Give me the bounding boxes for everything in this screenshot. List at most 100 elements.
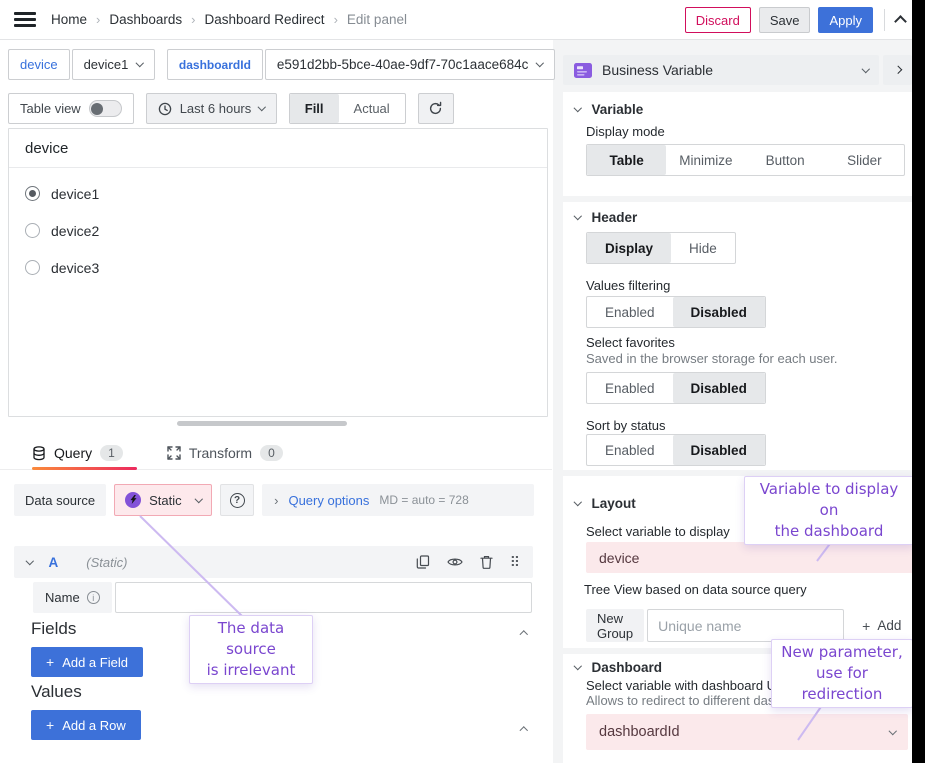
save-button[interactable]: Save	[759, 7, 811, 33]
options-pane-title: Business Variable	[602, 62, 713, 78]
chevron-down-icon	[26, 557, 34, 565]
refresh-icon	[428, 101, 443, 116]
select-favorites-disabled[interactable]: Disabled	[673, 373, 765, 403]
apply-button[interactable]: Apply	[818, 7, 873, 33]
hide-response-eye-icon[interactable]	[447, 556, 463, 568]
header-display-option[interactable]: Display	[587, 233, 671, 263]
breadcrumb-home[interactable]: Home	[51, 12, 87, 27]
editor-tabs: Query 1 Transform 0	[0, 437, 552, 470]
new-group-name-input[interactable]	[647, 609, 844, 642]
select-favorites-description: Saved in the browser storage for each us…	[586, 351, 837, 366]
breadcrumb-dashboard-redirect[interactable]: Dashboard Redirect	[205, 12, 325, 27]
tab-query[interactable]: Query 1	[32, 445, 123, 461]
select-favorites-enabled[interactable]: Enabled	[587, 373, 673, 403]
tab-transform[interactable]: Transform 0	[167, 445, 283, 461]
duplicate-icon[interactable]	[416, 555, 430, 569]
dashboard-uid-value: dashboardId	[599, 724, 680, 740]
display-mode-slider[interactable]: Slider	[825, 145, 904, 175]
tooltip-datasource-irrelevant: The data source is irrelevant	[189, 615, 313, 684]
add-field-label: Add a Field	[62, 655, 128, 670]
discard-button[interactable]: Discard	[685, 7, 751, 33]
fill-option[interactable]: Fill	[290, 94, 339, 123]
tooltip-line: Variable to display on	[751, 479, 907, 521]
collapse-header-icon[interactable]	[894, 15, 907, 28]
name-input[interactable]	[115, 582, 532, 613]
section-title: Layout	[592, 496, 636, 511]
display-mode-button[interactable]: Button	[746, 145, 825, 175]
datasource-help-button[interactable]: ?	[220, 484, 254, 516]
section-variable-header[interactable]: Variable	[575, 102, 643, 117]
clock-icon	[158, 102, 172, 116]
breadcrumb-dashboards[interactable]: Dashboards	[109, 12, 182, 27]
time-range-picker[interactable]: Last 6 hours	[146, 93, 277, 124]
header-hide-option[interactable]: Hide	[671, 233, 735, 263]
collapse-fields-icon[interactable]	[521, 624, 527, 642]
values-filtering-disabled[interactable]: Disabled	[673, 297, 765, 327]
database-icon	[32, 446, 46, 461]
query-count-badge: 1	[100, 445, 123, 461]
radio-option-device3[interactable]: device3	[9, 250, 547, 285]
menu-icon[interactable]	[14, 9, 36, 31]
sort-by-status-enabled[interactable]: Enabled	[587, 435, 673, 465]
drag-handle-icon[interactable]: ⠿	[510, 555, 520, 569]
breadcrumb-separator-icon: ›	[191, 12, 195, 27]
query-options-link[interactable]: Query options	[288, 493, 369, 508]
tab-transform-label: Transform	[189, 445, 252, 461]
query-row-header[interactable]: A (Static) ⠿	[14, 546, 533, 578]
screen-edge-strip	[912, 0, 925, 763]
datasource-picker[interactable]: Static	[114, 484, 212, 516]
name-field-label: Name i	[33, 582, 112, 613]
display-mode-group: Table Minimize Button Slider	[586, 144, 905, 176]
add-field-button[interactable]: + Add a Field	[31, 647, 143, 677]
add-group-button[interactable]: + Add	[853, 609, 910, 642]
section-title: Header	[592, 210, 638, 225]
chevron-down-icon	[194, 495, 202, 503]
refresh-button[interactable]	[418, 93, 454, 124]
time-range-label: Last 6 hours	[180, 101, 252, 116]
tab-query-label: Query	[54, 445, 92, 461]
section-layout-header[interactable]: Layout	[575, 496, 636, 511]
section-dashboard-header[interactable]: Dashboard	[575, 660, 662, 675]
chevron-down-icon	[574, 104, 582, 112]
header-display-group: Display Hide	[586, 232, 736, 264]
table-view-label: Table view	[20, 101, 81, 116]
add-row-button[interactable]: + Add a Row	[31, 710, 141, 740]
display-mode-label: Display mode	[586, 124, 665, 139]
tree-view-label: Tree View based on data source query	[584, 582, 807, 597]
breadcrumb-separator-icon: ›	[96, 12, 100, 27]
radio-option-device1[interactable]: device1	[9, 176, 547, 211]
chevron-right-icon[interactable]: ›	[274, 493, 278, 508]
pane-resize-handle[interactable]	[177, 421, 347, 426]
options-pane-header[interactable]: Business Variable	[563, 55, 879, 85]
collapse-values-icon[interactable]	[521, 720, 527, 738]
sort-by-status-disabled[interactable]: Disabled	[673, 435, 765, 465]
display-mode-minimize[interactable]: Minimize	[666, 145, 745, 175]
actual-option[interactable]: Actual	[339, 94, 405, 123]
delete-trash-icon[interactable]	[480, 555, 493, 569]
variable-section-card: Variable Display mode Table Minimize But…	[563, 92, 913, 196]
new-group-row: New Group + Add	[586, 609, 908, 642]
query-row-id: A	[49, 555, 59, 570]
variable-device-select[interactable]: device1	[72, 49, 155, 80]
breadcrumb-edit-panel: Edit panel	[347, 12, 407, 27]
fields-section-title: Fields	[31, 619, 76, 639]
chevron-down-icon	[136, 59, 144, 67]
query-name-row: Name i	[33, 582, 532, 613]
section-title: Variable	[592, 102, 644, 117]
chevron-down-icon	[536, 59, 544, 67]
variable-dashboardid-select[interactable]: e591d2bb-5bce-40ae-9df7-70c1aace684c	[265, 49, 555, 80]
values-filtering-enabled[interactable]: Enabled	[587, 297, 673, 327]
table-view-toggle[interactable]	[89, 100, 122, 117]
tooltip-line: The data source	[196, 618, 306, 660]
query-options-bar: › Query options MD = auto = 728	[262, 484, 534, 516]
add-row-label: Add a Row	[62, 718, 126, 733]
values-filtering-label: Values filtering	[586, 278, 670, 293]
radio-option-device2[interactable]: device2	[9, 213, 547, 248]
select-variable-label: Select variable to display	[586, 524, 730, 539]
display-mode-table[interactable]: Table	[587, 145, 666, 175]
section-header-header[interactable]: Header	[575, 210, 637, 225]
dashboard-uid-select[interactable]: dashboardId	[586, 714, 908, 750]
chevron-down-icon	[861, 65, 869, 73]
collapse-options-pane-button[interactable]	[883, 55, 912, 85]
select-variable-field[interactable]: device	[586, 542, 913, 573]
